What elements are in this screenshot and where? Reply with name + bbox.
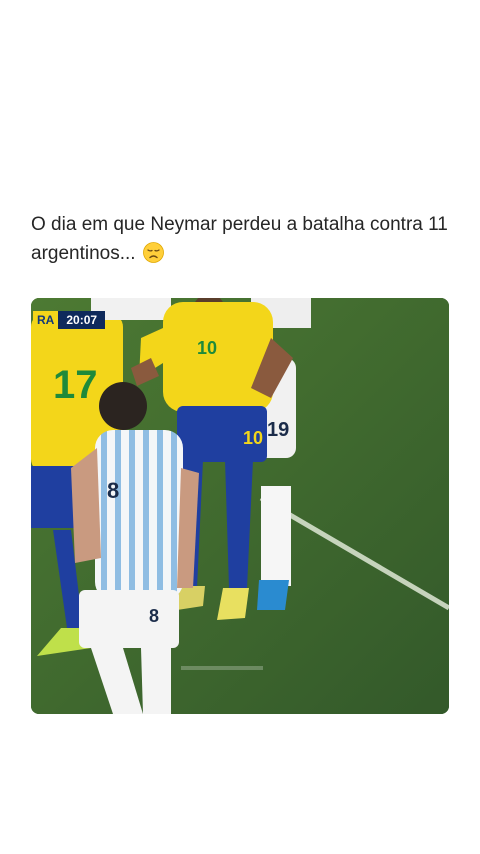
- svg-text:19: 19: [267, 419, 289, 441]
- svg-text:17: 17: [53, 363, 98, 407]
- video-watermark: [181, 666, 263, 670]
- svg-text:10: 10: [243, 428, 263, 448]
- post-caption: O dia em que Neymar perdeu a batalha con…: [31, 210, 451, 268]
- disappointed-face-icon: [142, 242, 164, 263]
- video-frame[interactable]: 17 19 10 10 8 8 RA 20:07: [31, 298, 449, 714]
- match-scene: 17 19 10 10 8 8: [31, 298, 449, 714]
- svg-text:8: 8: [107, 478, 119, 503]
- post-page: O dia em que Neymar perdeu a batalha con…: [0, 0, 480, 854]
- svg-text:10: 10: [197, 338, 217, 358]
- svg-text:8: 8: [149, 606, 159, 626]
- scoreboard-clock: 20:07: [58, 311, 106, 329]
- scoreboard: RA 20:07: [33, 311, 106, 329]
- scoreboard-team: RA: [33, 311, 59, 329]
- caption-text: O dia em que Neymar perdeu a batalha con…: [31, 214, 448, 264]
